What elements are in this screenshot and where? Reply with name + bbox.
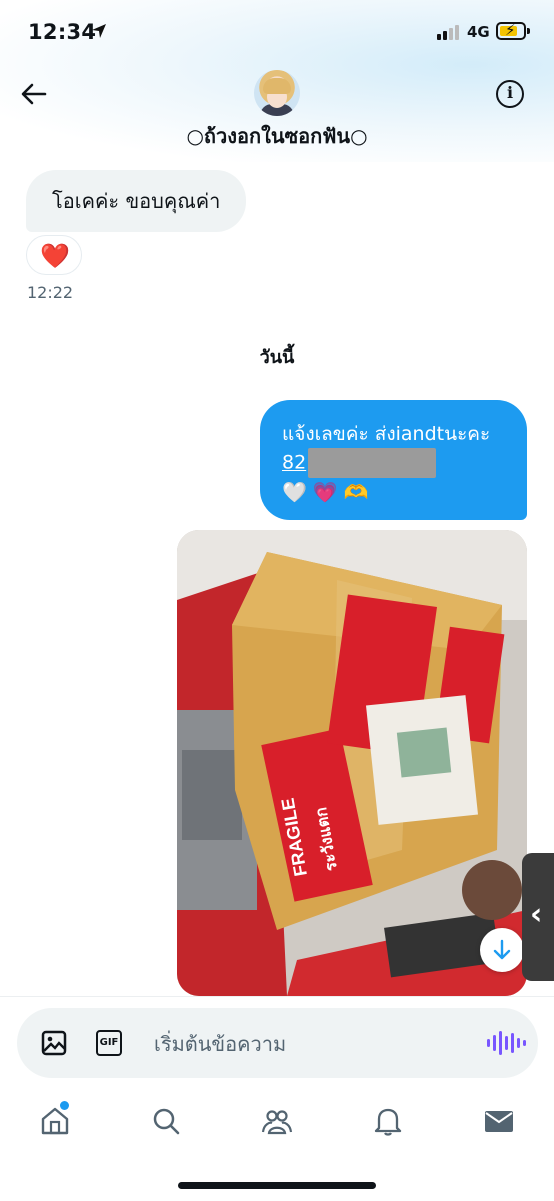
tracking-link[interactable]: 82: [282, 448, 505, 478]
notifications-icon[interactable]: [371, 1104, 405, 1138]
message-reaction[interactable]: ❤️: [26, 235, 82, 275]
outgoing-message[interactable]: แจ้งเลขค่ะ ส่งiandtนะคะ 82 🤍 💗 🫶: [260, 400, 527, 520]
outgoing-emoji-row: 🤍 💗 🫶: [282, 478, 505, 506]
message-timestamp: 12:22: [27, 283, 74, 302]
heart-hands-emoji: 🫶: [343, 480, 369, 504]
bottom-nav: [0, 1090, 554, 1150]
gif-icon[interactable]: GIF: [96, 1030, 122, 1056]
back-arrow-icon[interactable]: [20, 80, 48, 108]
chevron-left-icon: ‹: [530, 897, 543, 932]
arrow-down-icon: [493, 939, 511, 960]
home-indicator[interactable]: [178, 1182, 376, 1189]
communities-icon[interactable]: [260, 1104, 294, 1138]
info-icon[interactable]: i: [496, 80, 524, 108]
location-arrow-icon: [90, 22, 108, 44]
contact-name[interactable]: ○ถ้วงอกในซอกฟัน○: [0, 120, 554, 152]
message-input[interactable]: [152, 1024, 476, 1064]
message-composer: GIF: [17, 1008, 538, 1078]
image-icon[interactable]: [41, 1030, 67, 1056]
search-icon[interactable]: [149, 1104, 183, 1138]
heart-emoji: ❤️: [40, 242, 70, 270]
network-type: 4G: [467, 23, 490, 41]
outgoing-line-1: แจ้งเลขค่ะ ส่งiandtนะคะ: [282, 423, 491, 445]
day-separator: วันนี้: [259, 347, 295, 368]
tracking-prefix: 82: [282, 451, 307, 474]
photo-message[interactable]: FRAGILE ระวังแตก: [177, 530, 527, 996]
cellular-signal-icon: [437, 25, 459, 40]
battery-icon: ⚡: [496, 21, 526, 40]
battery-cap: [527, 28, 530, 34]
incoming-message[interactable]: โอเคค่ะ ขอบคุณค่า: [26, 170, 247, 232]
messages-icon[interactable]: [482, 1104, 516, 1138]
side-panel-handle[interactable]: ‹: [522, 853, 554, 981]
white-heart-emoji: 🤍: [282, 480, 307, 504]
status-bar: 12:34 4G ⚡: [0, 0, 554, 62]
voice-message-icon[interactable]: [487, 1029, 526, 1057]
redacted-tracking-number: [308, 448, 437, 478]
home-notification-dot: [60, 1101, 69, 1110]
contact-avatar[interactable]: [254, 70, 300, 116]
pink-heart-emoji: 💗: [312, 480, 338, 504]
scroll-to-bottom-button[interactable]: [480, 928, 524, 972]
status-time: 12:34: [28, 20, 97, 44]
